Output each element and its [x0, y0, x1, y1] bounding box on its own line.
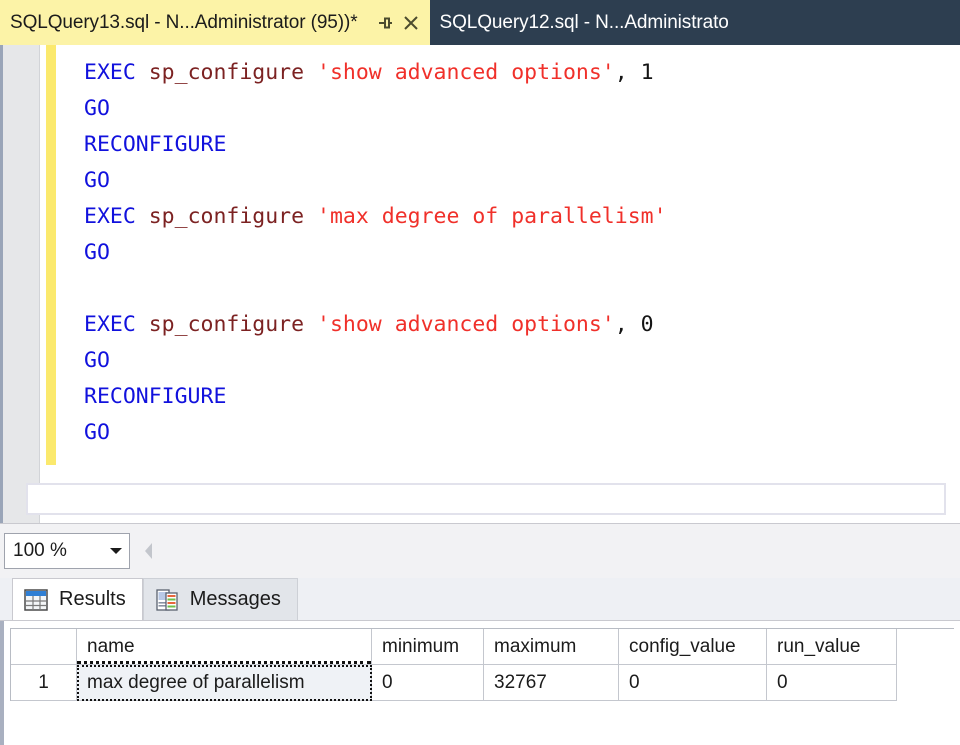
code-token: RECONFIGURE [84, 384, 227, 409]
tab-sqlquery13[interactable]: SQLQuery13.sql - N...Administrator (95))… [0, 0, 430, 45]
table-corner-header[interactable] [11, 629, 77, 665]
table-cell[interactable]: 32767 [484, 665, 619, 701]
close-icon[interactable] [398, 10, 424, 36]
current-line-highlight[interactable] [26, 483, 946, 515]
code-token: 0 [640, 312, 654, 337]
tab-sqlquery12-label: SQLQuery12.sql - N...Administrato [439, 12, 729, 33]
table-cell[interactable]: 0 [619, 665, 767, 701]
editor-indicator-margin[interactable] [3, 45, 40, 523]
code-token: sp_configure [148, 204, 305, 229]
editor-status-bar: 100 % [0, 523, 960, 578]
code-token: GO [84, 420, 110, 445]
code-token: 'show advanced options' [317, 312, 615, 337]
tab-sqlquery13-label: SQLQuery13.sql - N...Administrator (95))… [10, 12, 358, 33]
code-line[interactable]: GO [84, 235, 110, 271]
code-line[interactable]: EXEC sp_configure 'max degree of paralle… [84, 199, 667, 235]
table-cell[interactable]: max degree of parallelism [77, 665, 372, 701]
code-token: EXEC [84, 312, 136, 337]
code-token: EXEC [84, 204, 136, 229]
column-header[interactable]: minimum [372, 629, 484, 665]
editor-change-indicator-bar [46, 45, 56, 465]
column-header[interactable]: config_value [619, 629, 767, 665]
code-token: GO [84, 96, 110, 121]
results-tab-bar: Results Messages [0, 578, 960, 621]
code-token: , [614, 60, 641, 85]
table-header-row: name minimum maximum config_value run_value [11, 629, 954, 665]
sql-code-area[interactable]: EXEC sp_configure 'show advanced options… [56, 45, 960, 523]
column-header[interactable]: run_value [767, 629, 897, 665]
code-line[interactable]: GO [84, 415, 110, 451]
code-token: , [614, 312, 641, 337]
messages-document-icon [154, 588, 180, 612]
tab-sqlquery12[interactable]: SQLQuery12.sql - N...Administrato [429, 0, 735, 45]
pin-icon[interactable] [372, 10, 398, 36]
tab-messages-label: Messages [189, 588, 281, 610]
tab-messages[interactable]: Messages [142, 578, 298, 620]
grid-table-icon [23, 588, 49, 612]
results-grid[interactable]: name minimum maximum config_value run_value 1… [10, 628, 954, 701]
splitter-left-triangle-icon[interactable] [140, 538, 158, 564]
table-cell[interactable]: 0 [767, 665, 897, 701]
tab-results[interactable]: Results [12, 578, 143, 620]
table-cell[interactable]: 0 [372, 665, 484, 701]
editor-tab-strip: SQLQuery13.sql - N...Administrator (95))… [0, 0, 960, 45]
code-token: GO [84, 240, 110, 265]
code-line[interactable]: EXEC sp_configure 'show advanced options… [84, 55, 654, 91]
code-line[interactable]: GO [84, 91, 110, 127]
code-token: GO [84, 168, 110, 193]
zoom-level-value: 100 % [13, 540, 67, 561]
sql-editor[interactable]: EXEC sp_configure 'show advanced options… [0, 45, 960, 523]
tab-results-label: Results [59, 588, 126, 610]
code-token: GO [84, 348, 110, 373]
code-token: 1 [640, 60, 654, 85]
code-line[interactable]: RECONFIGURE [84, 127, 226, 163]
code-token: 'max degree of parallelism' [317, 204, 667, 229]
code-line[interactable]: GO [84, 343, 110, 379]
row-number-cell[interactable]: 1 [11, 665, 77, 701]
column-header[interactable]: maximum [484, 629, 619, 665]
code-line[interactable]: EXEC sp_configure 'show advanced options… [84, 307, 654, 343]
zoom-level-combobox[interactable]: 100 % [4, 533, 130, 569]
code-token: sp_configure [148, 312, 305, 337]
results-pane: Results Messages name minimum maximum confi… [0, 578, 960, 745]
code-line[interactable]: RECONFIGURE [84, 379, 226, 415]
code-token: RECONFIGURE [84, 132, 227, 157]
column-header[interactable]: name [77, 629, 372, 665]
code-token: sp_configure [148, 60, 305, 85]
code-token: 'show advanced options' [317, 60, 615, 85]
table-row[interactable]: 1 max degree of parallelism 0 32767 0 0 [11, 665, 954, 701]
chevron-down-icon[interactable] [103, 545, 129, 557]
code-line[interactable]: GO [84, 163, 110, 199]
tab-buttons [372, 10, 424, 36]
code-token: EXEC [84, 60, 136, 85]
